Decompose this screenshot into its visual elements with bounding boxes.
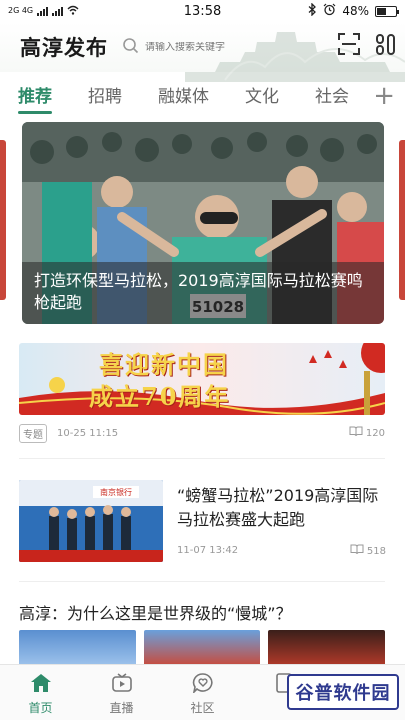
app-title: 高淳发布	[20, 36, 108, 60]
news-image	[19, 630, 136, 666]
menu-icon[interactable]	[375, 32, 397, 60]
battery-percent: 48%	[342, 4, 369, 18]
news-image	[268, 630, 386, 666]
search-input[interactable]	[145, 41, 275, 53]
signal-indicators: 2G 4G	[8, 5, 79, 17]
scan-icon[interactable]	[337, 32, 361, 60]
add-tab-button[interactable]: +	[373, 80, 395, 112]
tab-society[interactable]: 社会	[315, 80, 349, 116]
watermark-logo: 谷普软件园	[287, 674, 399, 710]
hero-carousel-card[interactable]: 51028 打造环保型马拉松，2019高淳国际马拉松赛鸣枪起跑	[22, 122, 384, 324]
banner-reads: 120	[349, 426, 385, 440]
app-header: 高淳发布	[0, 22, 405, 82]
status-bar: 2G 4G 13:58 48%	[0, 0, 405, 22]
search-bar[interactable]	[122, 37, 275, 58]
book-icon	[349, 426, 363, 440]
tv-icon	[111, 673, 133, 696]
news-thumbnail[interactable]: 南京银行	[19, 480, 163, 562]
battery-icon	[375, 5, 399, 17]
tab-recommend[interactable]: 推荐	[18, 80, 52, 116]
banner-subtitle: 成立70周年	[89, 382, 231, 411]
category-tabs: 推荐 招聘 融媒体 文化 社会	[0, 80, 405, 116]
sponsor-text: 南京银行	[100, 487, 132, 497]
nav-community[interactable]: 社区	[162, 665, 243, 720]
heart-chat-icon	[192, 673, 214, 696]
book-icon	[350, 544, 364, 558]
topic-tag: 专题	[19, 423, 47, 443]
alarm-icon	[323, 3, 336, 19]
header-actions	[337, 32, 397, 60]
signal-bars-icon-2	[52, 6, 64, 16]
tab-culture[interactable]: 文化	[245, 80, 279, 116]
divider	[19, 458, 385, 459]
banner-title: 喜迎新中国	[99, 350, 229, 379]
nav-home-label: 首页	[28, 701, 53, 715]
tab-media[interactable]: 融媒体	[158, 80, 209, 116]
carousel-next-peek[interactable]	[399, 140, 405, 300]
news-time: 11-07 13:42	[177, 545, 239, 556]
search-icon	[122, 37, 139, 58]
banner-card[interactable]: 喜迎新中国 成立70周年	[19, 343, 385, 415]
nav-community-label: 社区	[190, 701, 215, 715]
signal-bars-icon	[37, 6, 49, 16]
ceremony-photo: 南京银行	[19, 480, 163, 562]
news-reads: 518	[350, 544, 386, 558]
news-image-row[interactable]	[19, 630, 386, 666]
tab-jobs[interactable]: 招聘	[88, 80, 122, 116]
banner-meta: 专题 10-25 11:15 120	[19, 423, 385, 443]
banner-time: 10-25 11:15	[57, 427, 119, 439]
nav-home[interactable]: 首页	[0, 665, 81, 720]
nav-live[interactable]: 直播	[81, 665, 162, 720]
wifi-icon	[67, 5, 79, 17]
news-title-2[interactable]: 高淳：为什么这里是世界级的“慢城”？	[19, 600, 292, 624]
home-icon	[30, 673, 52, 696]
news-image	[143, 630, 261, 666]
divider	[19, 581, 385, 582]
news-read-count: 518	[366, 545, 386, 557]
banner-read-count: 120	[365, 427, 385, 439]
hero-caption: 打造环保型马拉松，2019高淳国际马拉松赛鸣枪起跑	[22, 262, 384, 324]
carousel-prev-peek[interactable]	[0, 140, 6, 300]
bluetooth-icon	[308, 2, 317, 19]
nav-live-label: 直播	[109, 701, 134, 715]
news-title[interactable]: “螃蟹马拉松”2019高淳国际马拉松赛盛大起跑	[177, 484, 387, 532]
signal-text: 2G 4G	[8, 6, 34, 15]
clock: 13:58	[183, 3, 222, 19]
status-right: 48%	[308, 2, 399, 19]
